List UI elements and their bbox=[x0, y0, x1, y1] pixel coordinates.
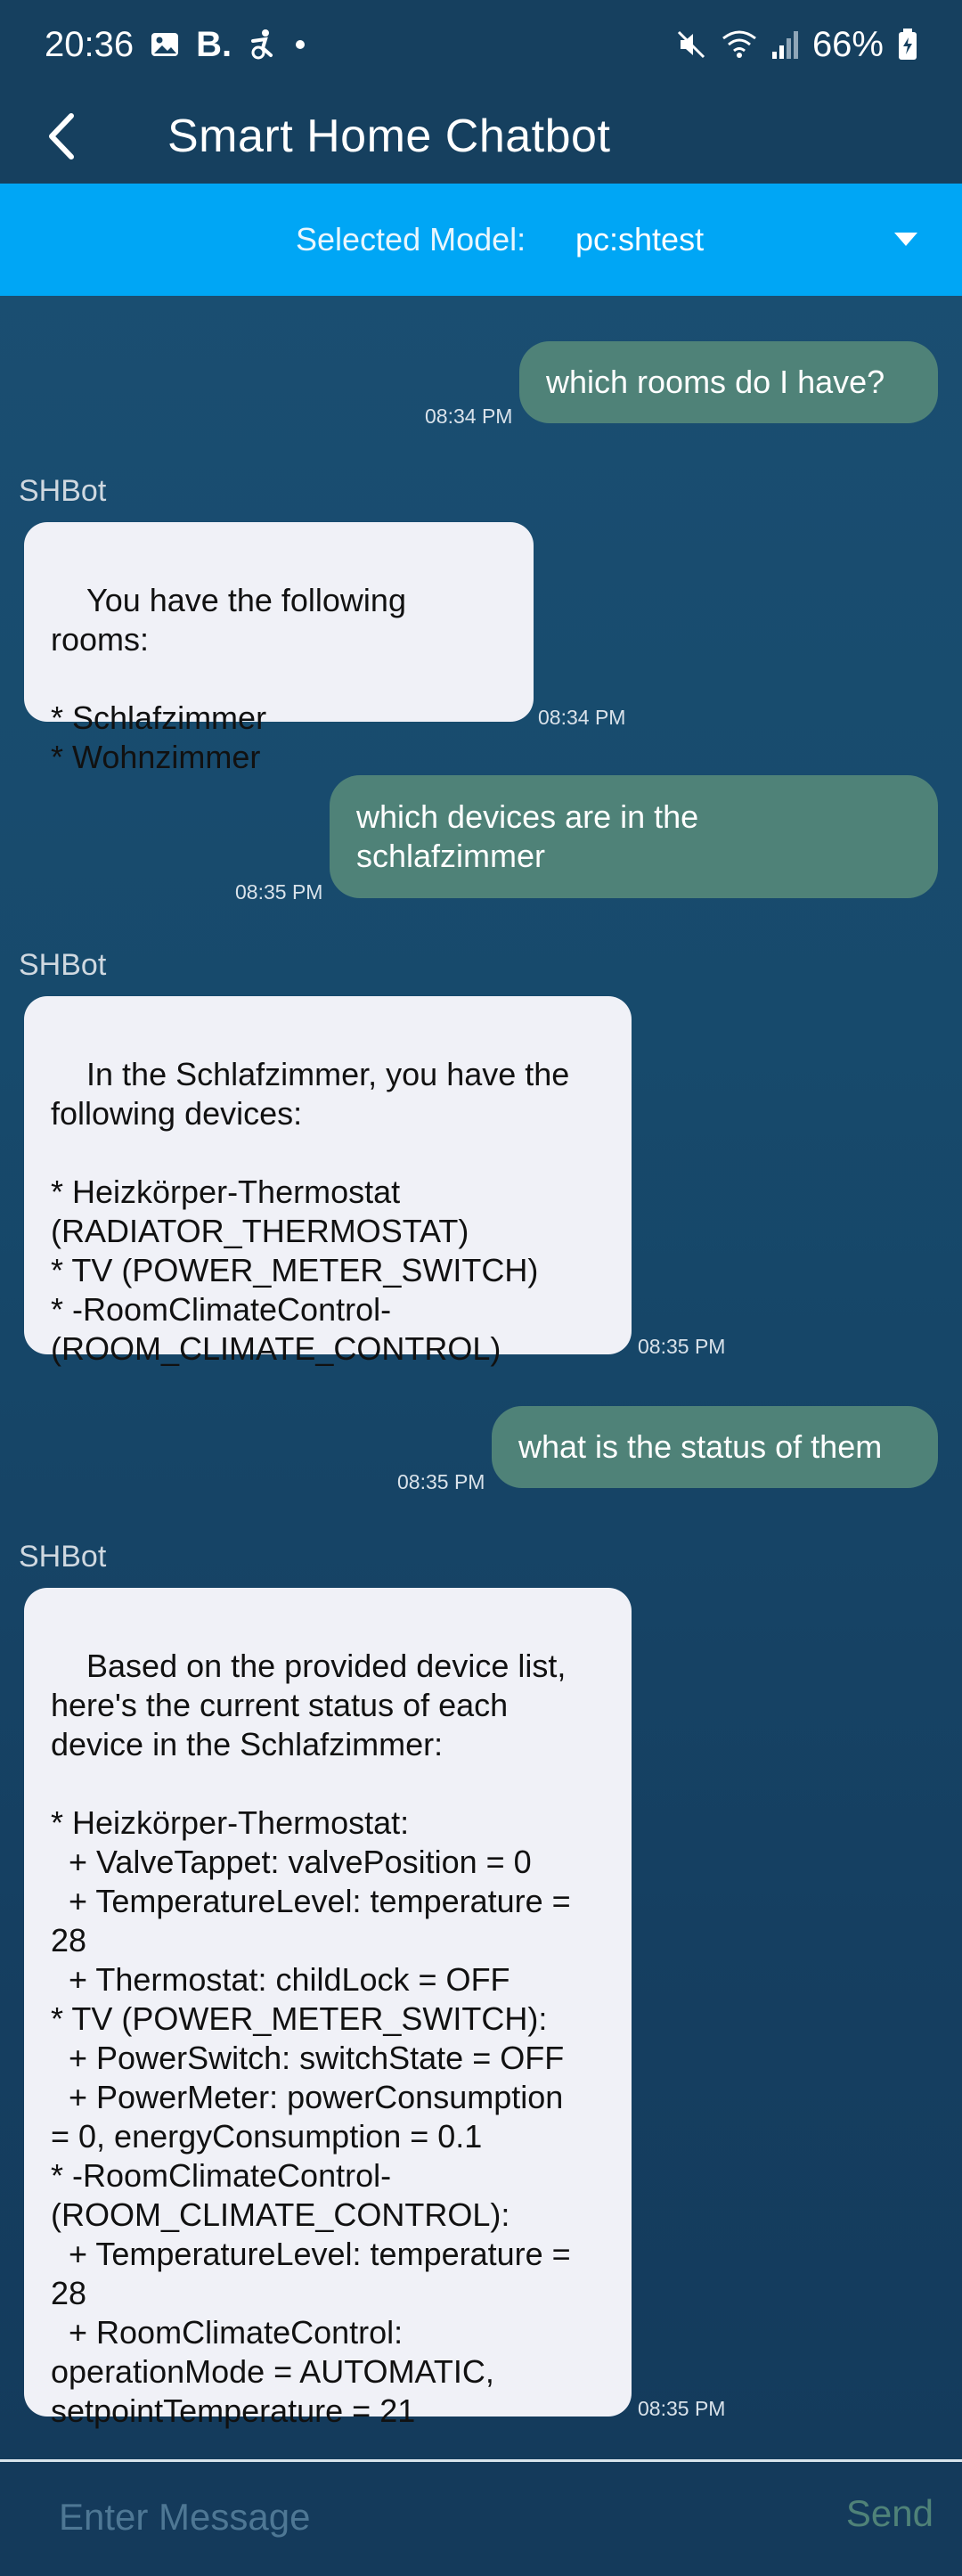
message-text: which rooms do I have? bbox=[546, 364, 885, 400]
signal-icon bbox=[771, 30, 798, 59]
status-time: 20:36 bbox=[45, 24, 135, 64]
sender-name: SHBot bbox=[19, 1540, 107, 1574]
model-dropdown[interactable]: pc:shtest bbox=[575, 184, 932, 296]
message-time: 08:34 PM bbox=[425, 405, 513, 428]
back-button[interactable] bbox=[27, 101, 98, 172]
status-right: 66% bbox=[675, 25, 917, 65]
message-text: In the Schlafzimmer, you have the follow… bbox=[51, 1056, 570, 1367]
chat-area[interactable]: which rooms do I have? 08:34 PM SHBot Yo… bbox=[0, 296, 962, 2459]
status-bar: 20:36 B. 66% bbox=[0, 0, 962, 89]
model-selector-bar: Selected Model: pc:shtest bbox=[0, 184, 962, 296]
battery-percentage: 66% bbox=[811, 24, 884, 64]
bot-message-bubble: You have the following rooms: * Schlafzi… bbox=[24, 522, 534, 775]
dot-icon bbox=[294, 38, 306, 51]
mute-icon bbox=[675, 29, 707, 61]
page-title: Smart Home Chatbot bbox=[167, 110, 611, 162]
message-time: 08:35 PM bbox=[638, 1335, 726, 1358]
model-label: Selected Model: bbox=[296, 221, 526, 258]
message-text: which devices are in the schlafzimmer bbox=[356, 798, 699, 874]
battery-icon bbox=[898, 29, 917, 61]
message-time: 08:35 PM bbox=[235, 880, 323, 904]
app-bar: Smart Home Chatbot bbox=[0, 89, 962, 184]
accessibility-icon bbox=[248, 29, 278, 61]
sender-name: SHBot bbox=[19, 948, 107, 982]
message-text: You have the following rooms: * Schlafzi… bbox=[51, 582, 406, 775]
message-time: 08:35 PM bbox=[397, 1470, 485, 1493]
message-input[interactable] bbox=[59, 2480, 771, 2555]
back-arrow-icon bbox=[49, 113, 74, 159]
sender-name: SHBot bbox=[19, 474, 107, 508]
message-time: 08:34 PM bbox=[538, 706, 626, 729]
bot-message-bubble: In the Schlafzimmer, you have the follow… bbox=[24, 996, 632, 1367]
message-input-bar: Send bbox=[0, 2462, 962, 2576]
dropdown-arrow-icon bbox=[894, 233, 917, 246]
user-message-bubble: what is the status of them bbox=[492, 1406, 938, 1488]
send-button[interactable]: Send bbox=[846, 2492, 933, 2535]
status-left: 20:36 B. bbox=[45, 25, 306, 65]
booking-app-icon: B. bbox=[196, 24, 232, 64]
bot-message-bubble: Based on the provided device list, here'… bbox=[24, 1588, 632, 2429]
user-message-bubble: which rooms do I have? bbox=[519, 341, 938, 423]
wifi-icon bbox=[722, 29, 757, 60]
message-text: what is the status of them bbox=[518, 1428, 883, 1465]
image-icon bbox=[150, 29, 180, 60]
message-time: 08:35 PM bbox=[638, 2397, 726, 2420]
model-value: pc:shtest bbox=[575, 221, 705, 258]
message-text: Based on the provided device list, here'… bbox=[51, 1648, 571, 2429]
user-message-bubble: which devices are in the schlafzimmer bbox=[330, 775, 938, 898]
